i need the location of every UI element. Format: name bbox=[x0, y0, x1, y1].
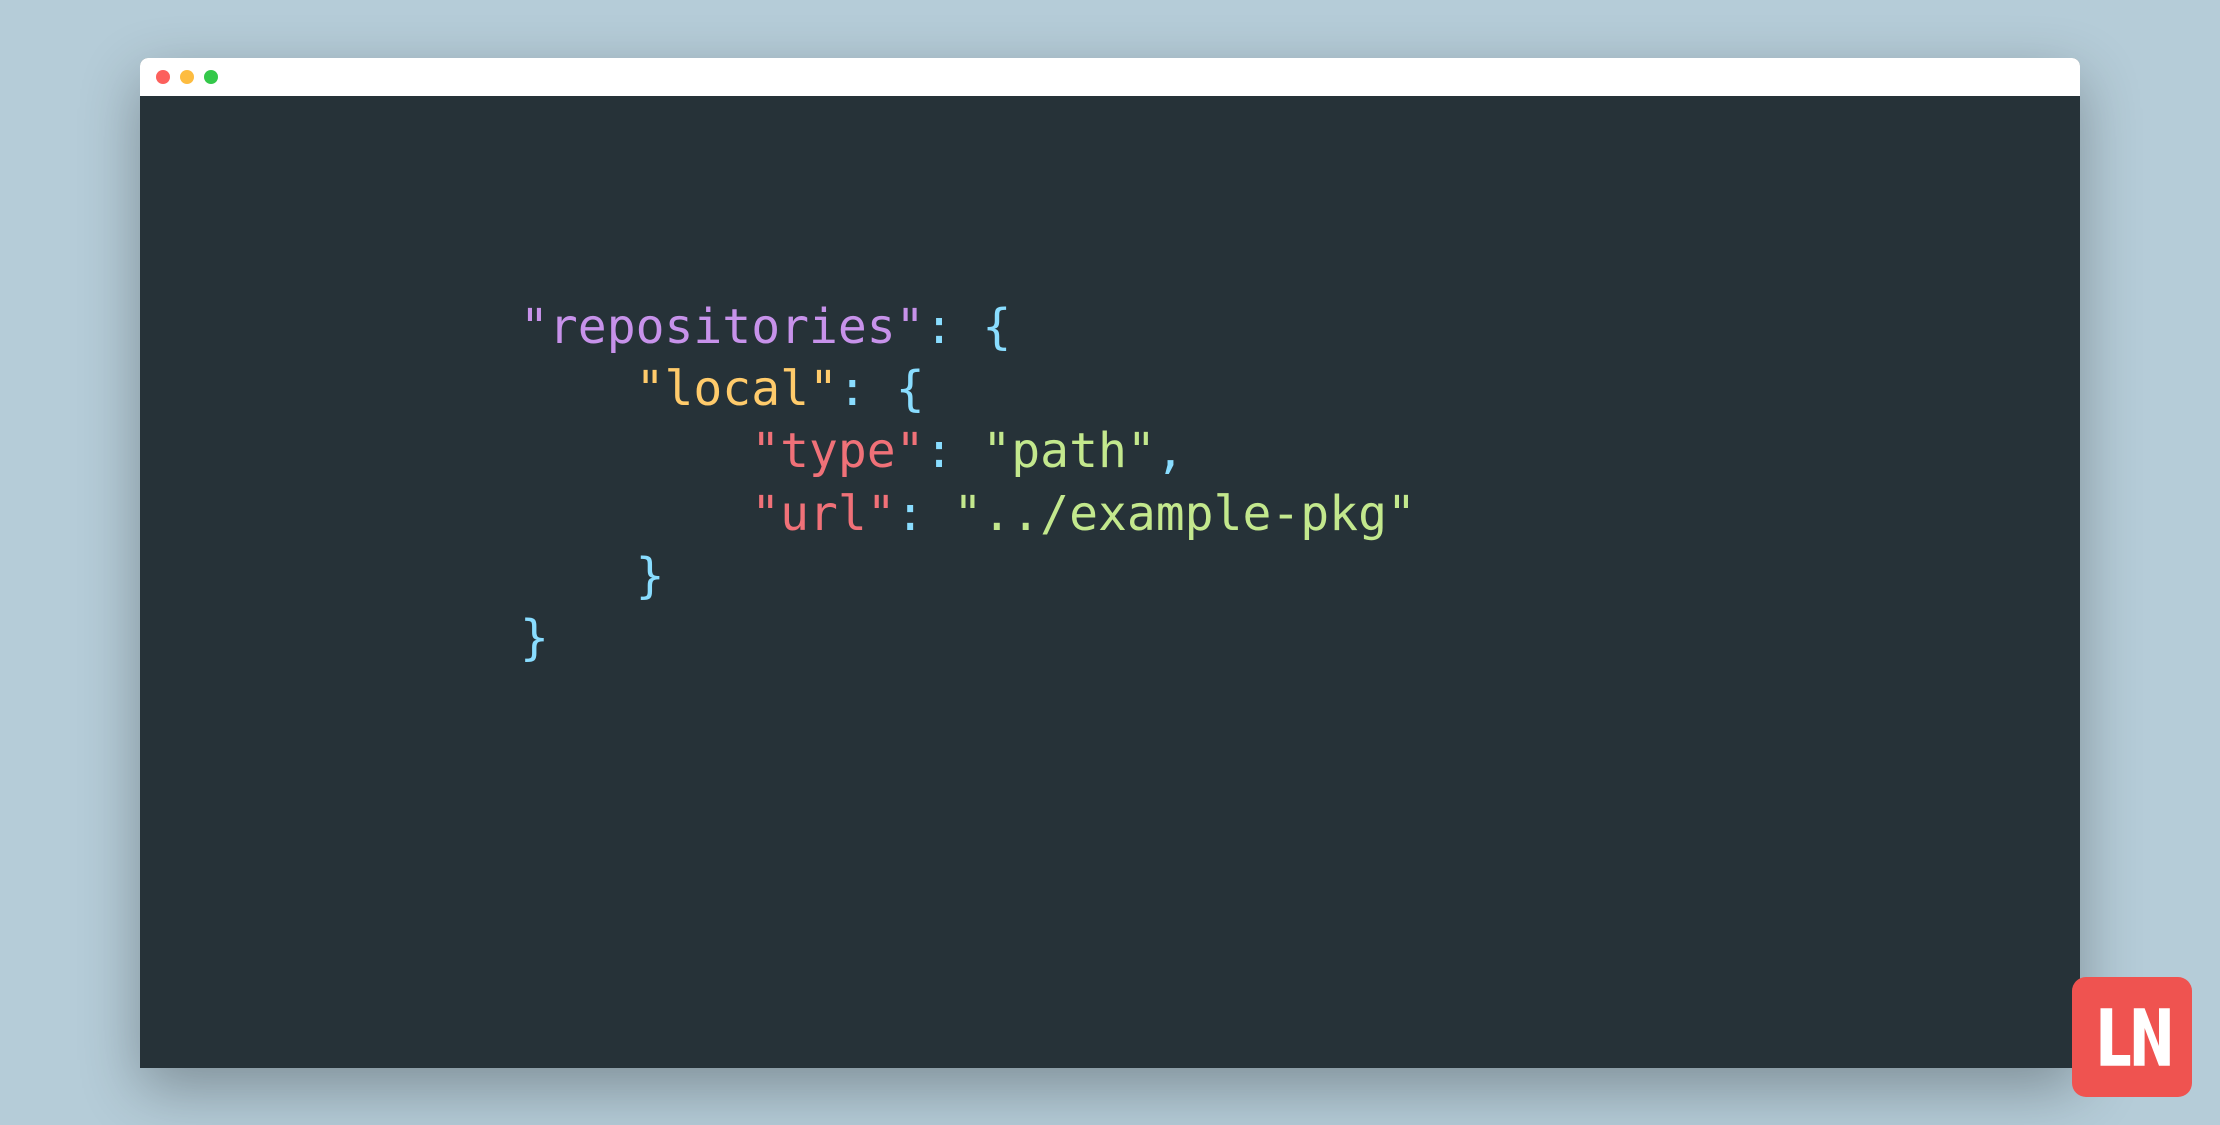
zoom-icon[interactable] bbox=[204, 70, 218, 84]
code-line-3: "type": "path", bbox=[520, 420, 2080, 482]
json-brace-close: } bbox=[636, 548, 665, 604]
minimize-icon[interactable] bbox=[180, 70, 194, 84]
code-line-5: } bbox=[520, 545, 2080, 607]
close-icon[interactable] bbox=[156, 70, 170, 84]
json-colon: : bbox=[896, 486, 954, 542]
indent bbox=[520, 486, 751, 542]
json-string-value: "path" bbox=[982, 423, 1155, 479]
code-line-2: "local": { bbox=[520, 358, 2080, 420]
indent bbox=[520, 361, 636, 417]
json-brace-open: { bbox=[982, 299, 1011, 355]
json-key: "repositories" bbox=[520, 299, 925, 355]
indent bbox=[520, 548, 636, 604]
json-comma: , bbox=[1156, 423, 1185, 479]
json-string-value: "../example-pkg" bbox=[953, 486, 1415, 542]
json-brace-open: { bbox=[896, 361, 925, 417]
code-line-6: } bbox=[520, 607, 2080, 669]
json-key: "type" bbox=[751, 423, 924, 479]
window-titlebar bbox=[140, 58, 2080, 96]
code-line-4: "url": "../example-pkg" bbox=[520, 483, 2080, 545]
logo-icon bbox=[2087, 992, 2177, 1082]
logo-badge bbox=[2072, 977, 2192, 1097]
indent bbox=[520, 423, 751, 479]
json-brace-close: } bbox=[520, 610, 549, 666]
json-key: "url" bbox=[751, 486, 896, 542]
json-colon: : bbox=[838, 361, 896, 417]
json-colon: : bbox=[925, 423, 983, 479]
editor-window: "repositories": { "local": { "type": "pa… bbox=[140, 58, 2080, 1068]
json-key: "local" bbox=[636, 361, 838, 417]
code-editor: "repositories": { "local": { "type": "pa… bbox=[140, 96, 2080, 670]
json-colon: : bbox=[925, 299, 983, 355]
code-line-1: "repositories": { bbox=[520, 296, 2080, 358]
